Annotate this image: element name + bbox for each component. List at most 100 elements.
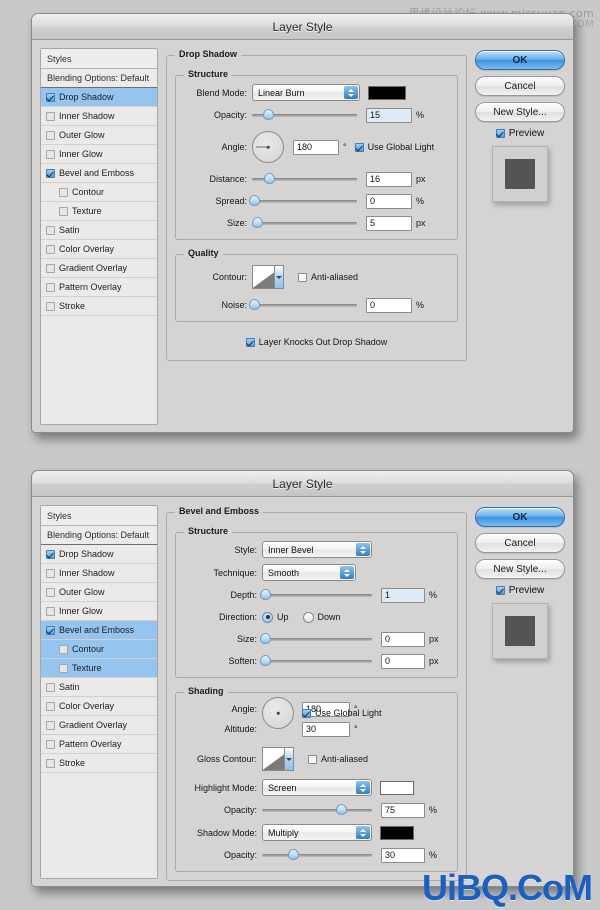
style-item-bevel-and-emboss[interactable]: Bevel and Emboss <box>41 164 157 183</box>
blend-mode-select[interactable]: Linear Burn <box>252 84 360 101</box>
style-item-checkbox[interactable] <box>46 549 55 559</box>
dialog2-style-items[interactable]: Drop Shadow Inner Shadow Outer Glow Inner G… <box>41 545 157 773</box>
style-item-drop-shadow[interactable]: Drop Shadow <box>41 545 157 564</box>
distance-slider[interactable] <box>252 172 357 186</box>
dialog1-style-items[interactable]: Drop Shadow Inner Shadow Outer Glow Inner G… <box>41 88 157 316</box>
shadow-color-swatch[interactable] <box>380 825 414 840</box>
style-item-color-overlay[interactable]: Color Overlay <box>41 240 157 259</box>
gloss-contour-dropdown-icon[interactable] <box>284 748 293 770</box>
style-item-outer-glow[interactable]: Outer Glow <box>41 126 157 145</box>
style-item-pattern-overlay[interactable]: Pattern Overlay <box>41 278 157 297</box>
dialog1-titlebar[interactable]: Layer Style <box>32 14 573 40</box>
bevel-soften-input[interactable]: 0 <box>381 653 425 669</box>
angle-input[interactable]: 180 <box>293 139 339 155</box>
bevel-soften-slider-knob[interactable] <box>260 655 272 666</box>
preview-checkbox[interactable] <box>495 586 505 595</box>
size-slider-knob[interactable] <box>252 217 264 228</box>
noise-input[interactable]: 0 <box>366 297 412 313</box>
highlight-opacity-input[interactable]: 75 <box>381 802 425 818</box>
opacity-input[interactable]: 15 <box>366 107 412 123</box>
style-item-checkbox[interactable] <box>46 168 55 178</box>
highlight-mode-select[interactable]: Screen <box>262 779 372 796</box>
style-item-checkbox[interactable] <box>46 282 55 292</box>
style-item-checkbox[interactable] <box>46 149 55 159</box>
chevron-updown-icon[interactable] <box>356 543 370 556</box>
style-item-stroke[interactable]: Stroke <box>41 754 157 773</box>
ok-button[interactable]: OK <box>475 50 565 70</box>
shadow-opacity-input[interactable]: 30 <box>381 847 425 863</box>
angle-dial[interactable] <box>252 131 284 163</box>
opacity-slider-knob[interactable] <box>262 109 274 120</box>
style-item-checkbox[interactable] <box>46 111 55 121</box>
contour-dropdown-icon[interactable] <box>274 266 283 288</box>
chevron-updown-icon[interactable] <box>340 566 354 579</box>
bevel-technique-select[interactable]: Smooth <box>262 564 356 581</box>
cancel-button[interactable]: Cancel <box>475 76 565 96</box>
shadow-mode-select[interactable]: Multiply <box>262 824 372 841</box>
shading-use-global-light-checkbox[interactable] <box>302 708 311 718</box>
highlight-opacity-slider[interactable] <box>262 803 372 817</box>
style-item-checkbox[interactable] <box>46 720 55 730</box>
distance-slider-knob[interactable] <box>263 173 275 184</box>
bevel-depth-input[interactable]: 1 <box>381 587 425 603</box>
layer-knocks-out-checkbox[interactable] <box>245 337 255 347</box>
style-item-contour[interactable]: Contour <box>41 640 157 659</box>
spread-slider[interactable] <box>249 194 357 208</box>
style-item-checkbox[interactable] <box>46 587 55 597</box>
dialog2-titlebar[interactable]: Layer Style <box>32 471 573 497</box>
dialog2-styles-list[interactable]: Styles Blending Options: Default Drop Sh… <box>40 505 158 879</box>
style-item-gradient-overlay[interactable]: Gradient Overlay <box>41 259 157 278</box>
style-item-color-overlay[interactable]: Color Overlay <box>41 697 157 716</box>
style-item-inner-shadow[interactable]: Inner Shadow <box>41 107 157 126</box>
dialog1-styles-list[interactable]: Styles Blending Options: Default Drop Sh… <box>40 48 158 425</box>
style-item-checkbox[interactable] <box>59 644 68 654</box>
bevel-soften-slider[interactable] <box>260 654 372 668</box>
layer-style-dialog-bevel-emboss[interactable]: Layer Style Styles Blending Options: Def… <box>31 470 574 887</box>
style-item-drop-shadow[interactable]: Drop Shadow <box>41 88 157 107</box>
highlight-opacity-slider-knob[interactable] <box>336 804 348 815</box>
direction-up-radio[interactable] <box>262 611 273 623</box>
use-global-light-checkbox[interactable] <box>354 142 364 152</box>
style-item-inner-glow[interactable]: Inner Glow <box>41 602 157 621</box>
style-item-checkbox[interactable] <box>46 739 55 749</box>
contour-preview[interactable] <box>252 265 284 289</box>
preview-checkbox[interactable] <box>495 129 505 138</box>
style-item-checkbox[interactable] <box>59 187 68 197</box>
distance-input[interactable]: 16 <box>366 171 412 187</box>
size-input[interactable]: 5 <box>366 215 412 231</box>
style-item-checkbox[interactable] <box>46 92 55 102</box>
bevel-depth-slider[interactable] <box>260 588 372 602</box>
style-item-checkbox[interactable] <box>46 701 55 711</box>
layer-style-dialog-drop-shadow[interactable]: Layer Style Styles Blending Options: Def… <box>31 13 574 433</box>
style-item-checkbox[interactable] <box>46 606 55 616</box>
style-item-checkbox[interactable] <box>46 625 55 635</box>
bevel-style-select[interactable]: Inner Bevel <box>262 541 372 558</box>
style-item-texture[interactable]: Texture <box>41 202 157 221</box>
chevron-updown-icon[interactable] <box>356 781 370 794</box>
style-item-outer-glow[interactable]: Outer Glow <box>41 583 157 602</box>
chevron-updown-icon[interactable] <box>344 86 358 99</box>
style-item-satin[interactable]: Satin <box>41 221 157 240</box>
bevel-size-slider[interactable] <box>260 632 372 646</box>
style-item-checkbox[interactable] <box>46 244 55 254</box>
style-item-stroke[interactable]: Stroke <box>41 297 157 316</box>
style-item-satin[interactable]: Satin <box>41 678 157 697</box>
style-item-bevel-and-emboss[interactable]: Bevel and Emboss <box>41 621 157 640</box>
spread-input[interactable]: 0 <box>366 193 412 209</box>
cancel-button[interactable]: Cancel <box>475 533 565 553</box>
dialog1-blending-options[interactable]: Blending Options: Default <box>41 69 157 88</box>
style-item-contour[interactable]: Contour <box>41 183 157 202</box>
style-item-checkbox[interactable] <box>46 263 55 273</box>
bevel-size-slider-knob[interactable] <box>260 633 272 644</box>
style-item-checkbox[interactable] <box>46 130 55 140</box>
shadow-opacity-slider[interactable] <box>262 848 372 862</box>
shading-angle-dial[interactable] <box>262 697 294 729</box>
style-item-checkbox[interactable] <box>59 206 68 216</box>
opacity-slider[interactable] <box>252 108 357 122</box>
bevel-size-input[interactable]: 0 <box>381 631 425 647</box>
style-item-checkbox[interactable] <box>46 758 55 768</box>
shadow-opacity-slider-knob[interactable] <box>287 849 299 860</box>
style-item-texture[interactable]: Texture <box>41 659 157 678</box>
new-style-button[interactable]: New Style... <box>475 559 565 579</box>
drop-shadow-color-swatch[interactable] <box>368 85 406 100</box>
